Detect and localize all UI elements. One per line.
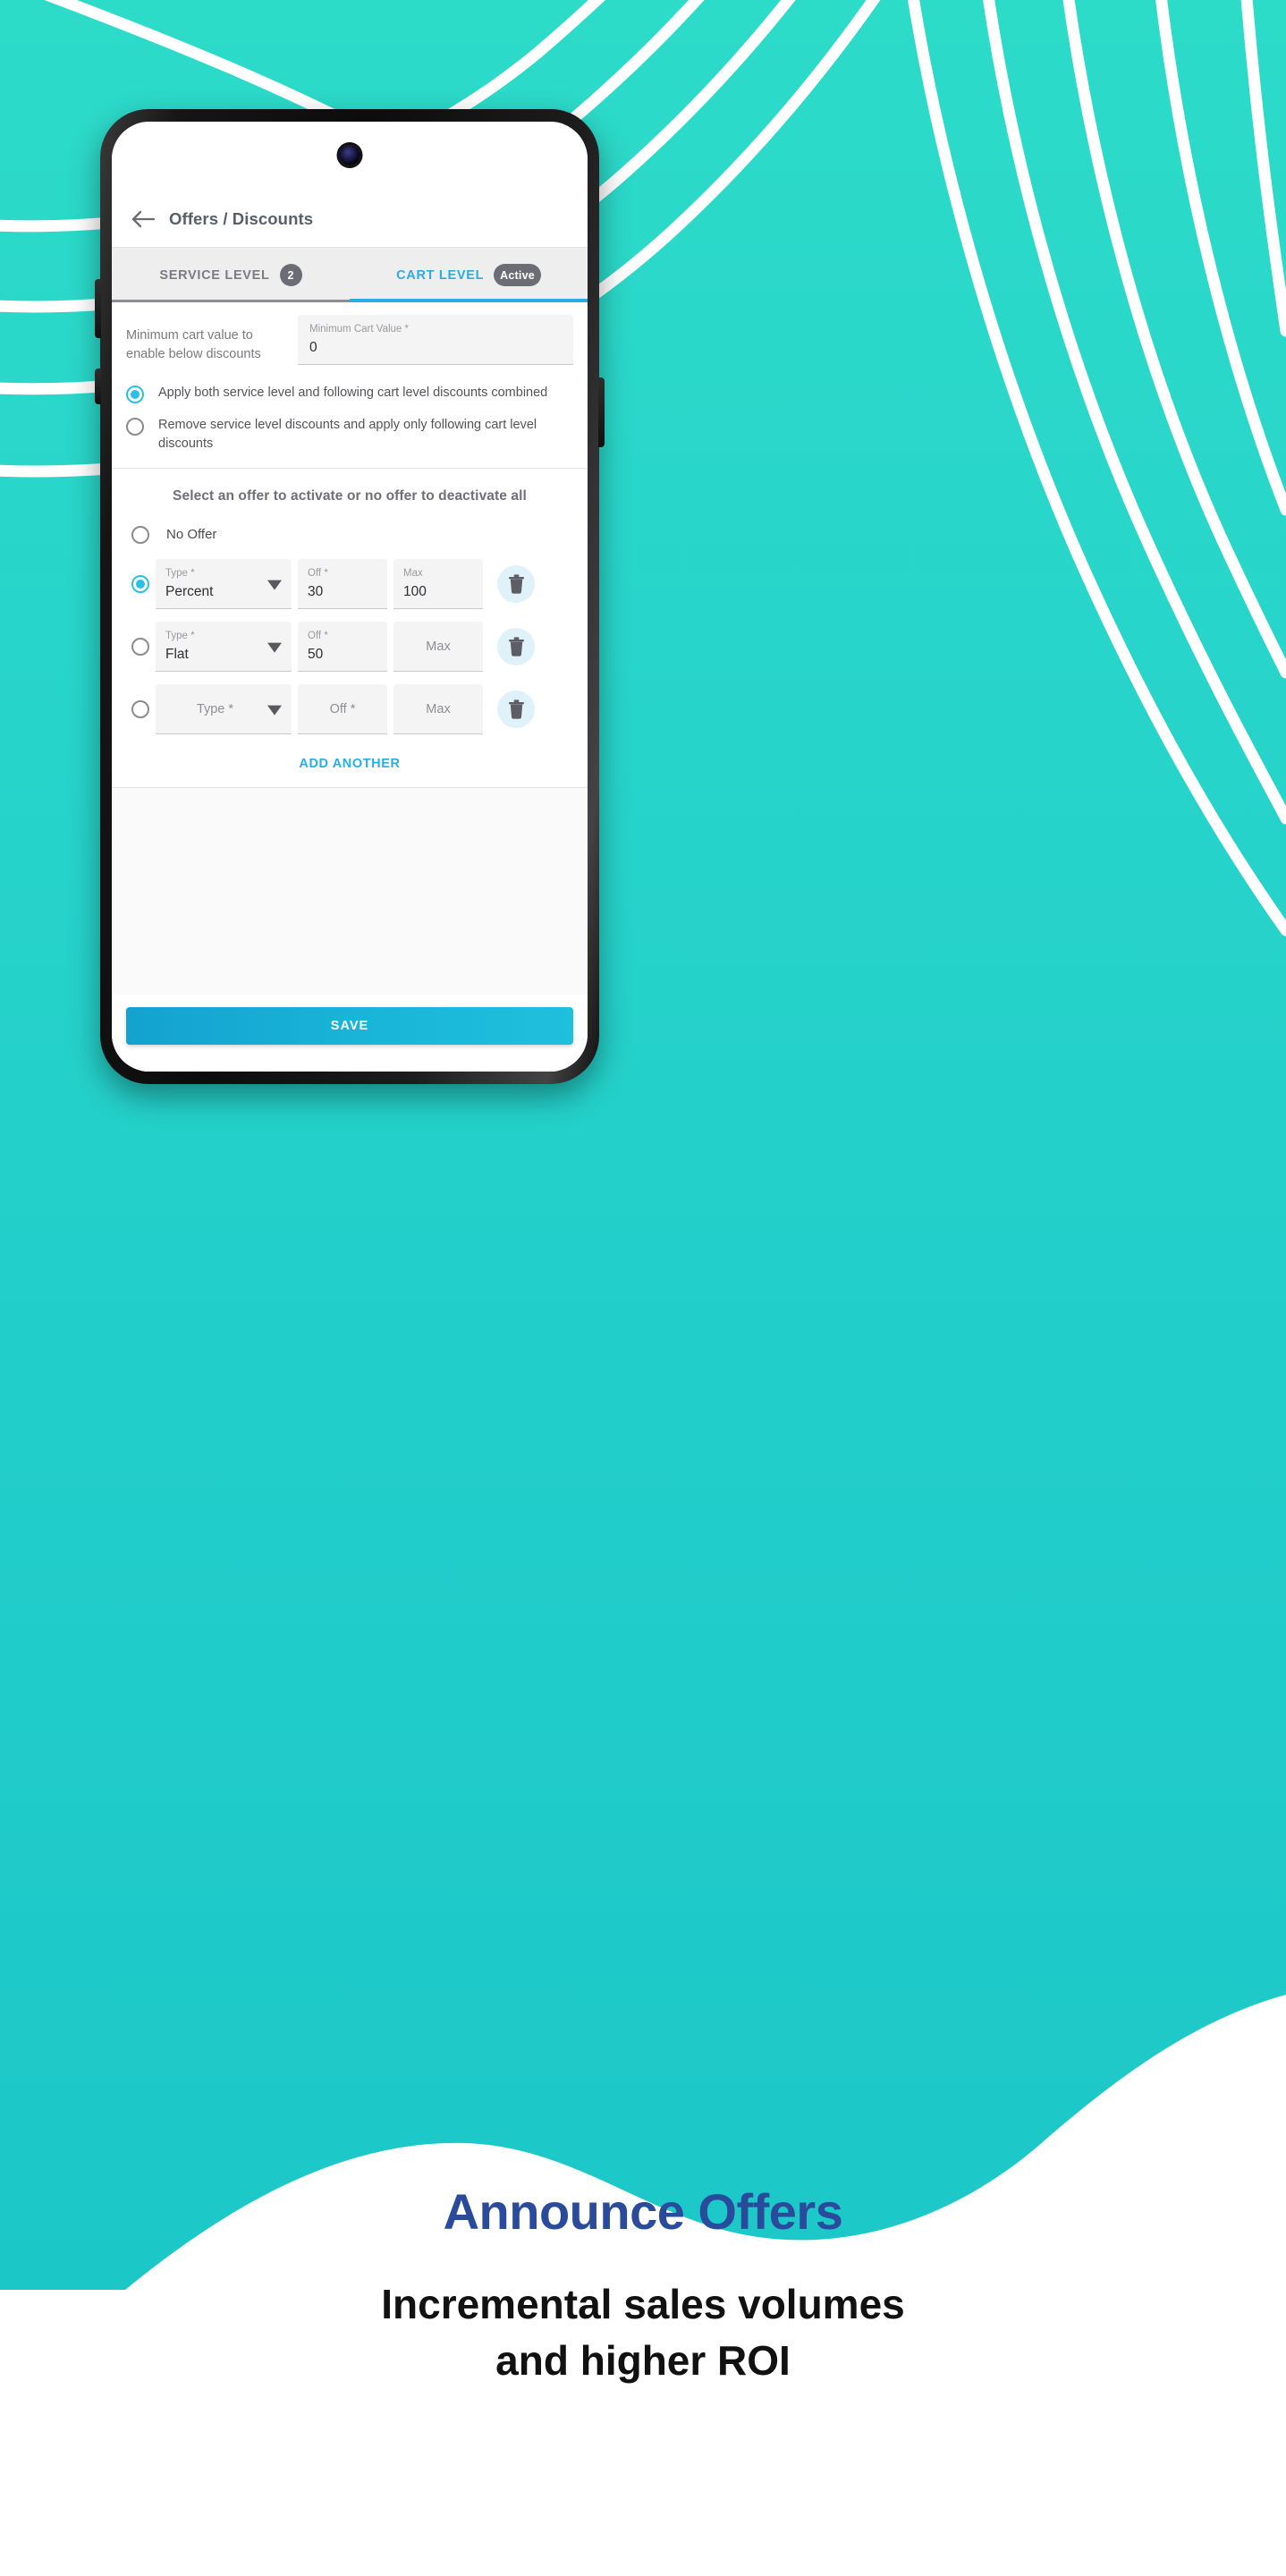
offer-row: Type * Off * Max	[112, 678, 588, 741]
minimum-cart-value-text: 0	[309, 339, 317, 355]
offer-2-off-cell: Off * 50	[298, 622, 387, 673]
offer-3-type-select[interactable]: Type *	[156, 684, 292, 735]
tab-cart-level[interactable]: CART LEVEL Active	[350, 248, 588, 302]
offer-2-delete-button[interactable]	[497, 628, 535, 666]
minimum-cart-value-description: Minimum cart value to enable below disco…	[126, 328, 261, 362]
offer-row-no-offer[interactable]: No Offer	[112, 519, 588, 553]
tab-service-level[interactable]: SERVICE LEVEL 2	[112, 248, 350, 302]
app-bar: Offers / Discounts	[112, 191, 588, 247]
radio-offer-3-icon[interactable]	[131, 700, 149, 719]
offer-3-off-input[interactable]: Off *	[298, 684, 387, 735]
phone-volume-down-button[interactable]	[95, 369, 101, 404]
save-button-container: SAVE	[112, 995, 588, 1072]
combine-option-apply-both[interactable]: Apply both service level and following c…	[126, 377, 573, 410]
offer-3-max-input[interactable]: Max	[393, 684, 483, 735]
page-title: Offers / Discounts	[169, 209, 314, 228]
tab-service-level-badge: 2	[279, 264, 302, 286]
offer-2-max-input[interactable]: Max	[393, 622, 483, 673]
save-button[interactable]: SAVE	[126, 1007, 573, 1045]
offer-1-type-cell: Type * Percent	[156, 559, 292, 610]
phone-screen: Offers / Discounts SERVICE LEVEL 2 CART …	[112, 122, 588, 1072]
chevron-down-icon[interactable]	[267, 580, 282, 590]
screen-content: Minimum cart value to enable below disco…	[112, 302, 588, 1072]
offer-1-off-input[interactable]: Off * 30	[298, 559, 387, 610]
combine-options-group: Apply both service level and following c…	[112, 365, 588, 468]
offer-3-type-placeholder: Type *	[196, 701, 234, 716]
radio-offer-1-icon[interactable]	[131, 575, 149, 594]
offer-3-off-cell: Off *	[298, 684, 387, 735]
chevron-down-icon[interactable]	[267, 705, 282, 716]
offer-3-max-placeholder: Max	[426, 701, 451, 716]
screenshot-root: Offers / Discounts SERVICE LEVEL 2 CART …	[0, 0, 1286, 2576]
promo-block: Announce Offers Incremental sales volume…	[0, 2182, 1286, 2390]
offer-3-delete-button[interactable]	[497, 691, 535, 729]
tab-service-level-label: SERVICE LEVEL	[159, 267, 270, 283]
offer-1-max-input[interactable]: Max 100	[393, 559, 483, 610]
combine-option-remove-service[interactable]: Remove service level discounts and apply…	[126, 410, 573, 459]
promo-subtitle-line2: and higher ROI	[495, 2337, 791, 2385]
phone-device-frame: Offers / Discounts SERVICE LEVEL 2 CART …	[95, 109, 605, 1084]
offers-heading: Select an offer to activate or no offer …	[173, 488, 527, 504]
offer-1-max-label: Max	[403, 568, 423, 580]
offer-1-off-cell: Off * 30	[298, 559, 387, 610]
minimum-cart-value-label: Minimum Cart Value *	[309, 323, 409, 335]
offer-2-type-label: Type *	[165, 631, 195, 642]
offer-1-type-label: Type *	[165, 568, 195, 580]
app-screen: Offers / Discounts SERVICE LEVEL 2 CART …	[112, 122, 588, 1072]
tab-cart-level-badge: Active	[494, 264, 541, 286]
offer-2-off-label: Off *	[308, 631, 328, 642]
offer-3-max-cell: Max	[393, 684, 483, 735]
offer-2-max-placeholder: Max	[426, 639, 451, 654]
offer-2-type-cell: Type * Flat	[156, 622, 292, 673]
add-another-button[interactable]: ADD ANOTHER	[112, 741, 588, 787]
offer-1-max-cell: Max 100	[393, 559, 483, 610]
promo-title: Announce Offers	[443, 2183, 843, 2240]
offer-1-max-value: 100	[403, 584, 427, 600]
offer-3-type-cell: Type *	[156, 684, 292, 735]
offer-2-type-value: Flat	[165, 647, 189, 663]
offer-2-max-cell: Max	[393, 622, 483, 673]
tab-bar: SERVICE LEVEL 2 CART LEVEL Active	[112, 247, 588, 302]
no-offer-label: No Offer	[166, 526, 217, 542]
tab-cart-level-label: CART LEVEL	[396, 267, 485, 283]
chevron-down-icon[interactable]	[267, 642, 282, 653]
minimum-cart-value-section: Minimum cart value to enable below disco…	[112, 302, 588, 365]
offer-row: Type * Flat Off * 50 Max	[112, 615, 588, 678]
offer-1-delete-button[interactable]	[497, 565, 535, 604]
offer-2-type-select[interactable]: Type * Flat	[156, 622, 292, 673]
offer-1-off-value: 30	[308, 584, 324, 600]
phone-power-button[interactable]	[598, 377, 605, 447]
active-tab-indicator	[350, 299, 588, 302]
combine-option-apply-both-label: Apply both service level and following c…	[158, 386, 548, 400]
offer-2-off-input[interactable]: Off * 50	[298, 622, 387, 673]
offer-1-off-label: Off *	[308, 568, 328, 580]
offer-1-type-value: Percent	[165, 584, 214, 600]
phone-volume-up-button[interactable]	[95, 279, 101, 338]
offer-1-type-select[interactable]: Type * Percent	[156, 559, 292, 610]
bottom-empty-panel	[112, 787, 588, 995]
offer-3-off-placeholder: Off *	[329, 701, 356, 716]
combine-option-remove-service-label: Remove service level discounts and apply…	[158, 418, 537, 451]
back-arrow-icon[interactable]	[128, 204, 158, 234]
radio-no-offer-icon[interactable]	[131, 526, 149, 545]
offer-2-off-value: 50	[308, 647, 324, 663]
minimum-cart-value-input[interactable]: Minimum Cart Value * 0	[298, 315, 573, 365]
offer-row: Type * Percent Off * 30 Max 100	[112, 553, 588, 615]
front-camera-icon	[339, 145, 360, 165]
radio-remove-service-icon[interactable]	[126, 418, 144, 436]
radio-offer-2-icon[interactable]	[131, 638, 149, 657]
radio-apply-both-icon[interactable]	[126, 386, 144, 403]
promo-subtitle-line1: Incremental sales volumes	[381, 2281, 905, 2327]
